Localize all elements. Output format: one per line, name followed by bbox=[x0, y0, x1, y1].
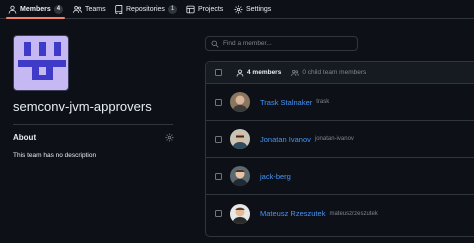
table-icon bbox=[186, 5, 195, 13]
member-name[interactable]: Jonatan Ivanov bbox=[260, 135, 311, 144]
tab-repositories-label: Repositories bbox=[126, 5, 165, 13]
member-login: jonatan-ivanov bbox=[314, 136, 354, 142]
member-checkbox[interactable] bbox=[215, 210, 222, 217]
member-login: mateuszrzeszutek bbox=[329, 210, 378, 217]
member-avatar[interactable] bbox=[230, 203, 250, 224]
member-name[interactable]: jack-berg bbox=[260, 172, 291, 181]
child-members-label: 0 child team members bbox=[302, 69, 367, 76]
member-row: Trask Stalnaker trask bbox=[206, 84, 474, 121]
team-identicon bbox=[18, 42, 66, 80]
search-icon bbox=[211, 40, 219, 48]
tab-members-label: Members bbox=[20, 5, 51, 13]
tab-teams[interactable]: Teams bbox=[73, 0, 106, 18]
tab-projects[interactable]: Projects bbox=[186, 0, 223, 18]
tab-teams-label: Teams bbox=[85, 5, 106, 13]
member-row: Jonatan Ivanov jonatan-ivanov bbox=[206, 121, 474, 158]
team-name: semconv-jvm-approvers bbox=[13, 99, 152, 114]
member-search-input[interactable] bbox=[223, 40, 353, 47]
tab-members-count: 4 bbox=[53, 4, 64, 14]
people-icon bbox=[73, 5, 82, 13]
team-avatar bbox=[13, 35, 69, 91]
member-avatar[interactable] bbox=[230, 92, 250, 112]
tab-members[interactable]: Members 4 bbox=[5, 0, 66, 19]
tab-repositories-count: 1 bbox=[167, 4, 178, 14]
team-description: This team has no description bbox=[13, 152, 97, 159]
member-checkbox[interactable] bbox=[215, 172, 222, 180]
members-list: 4 members 0 child team members Trask Sta… bbox=[205, 61, 474, 237]
sidebar-divider bbox=[13, 124, 173, 125]
tab-repositories[interactable]: Repositories 1 bbox=[114, 0, 178, 18]
members-list-header: 4 members 0 child team members bbox=[206, 62, 474, 84]
members-count-label: 4 members bbox=[247, 69, 282, 76]
team-tab-nav: Members 4 Teams Repositories 1 Projects … bbox=[0, 0, 474, 19]
member-row: Mateusz Rzeszutek mateuszrzeszutek bbox=[206, 195, 474, 232]
repo-icon bbox=[115, 4, 123, 14]
member-login: trask bbox=[316, 99, 330, 105]
member-name[interactable]: Trask Stalnaker bbox=[260, 98, 312, 107]
members-filter[interactable]: 4 members bbox=[236, 69, 281, 77]
member-checkbox[interactable] bbox=[215, 98, 222, 106]
about-gear-icon[interactable] bbox=[165, 133, 174, 142]
tab-settings-label: Settings bbox=[246, 5, 272, 13]
member-name[interactable]: Mateusz Rzeszutek bbox=[260, 209, 325, 218]
child-team-members-filter[interactable]: 0 child team members bbox=[291, 69, 366, 77]
person-icon bbox=[8, 5, 17, 13]
tab-projects-label: Projects bbox=[198, 5, 224, 13]
member-checkbox[interactable] bbox=[215, 135, 222, 143]
member-avatar[interactable] bbox=[230, 166, 250, 186]
member-avatar[interactable] bbox=[230, 129, 250, 149]
tab-settings[interactable]: Settings bbox=[234, 0, 271, 18]
member-row: jack-berg bbox=[206, 158, 474, 195]
person-icon bbox=[236, 69, 244, 77]
people-icon bbox=[291, 69, 300, 76]
select-all-checkbox[interactable] bbox=[215, 69, 222, 76]
about-heading: About bbox=[13, 133, 37, 142]
member-search-box[interactable] bbox=[205, 36, 358, 51]
gear-icon bbox=[234, 5, 243, 13]
